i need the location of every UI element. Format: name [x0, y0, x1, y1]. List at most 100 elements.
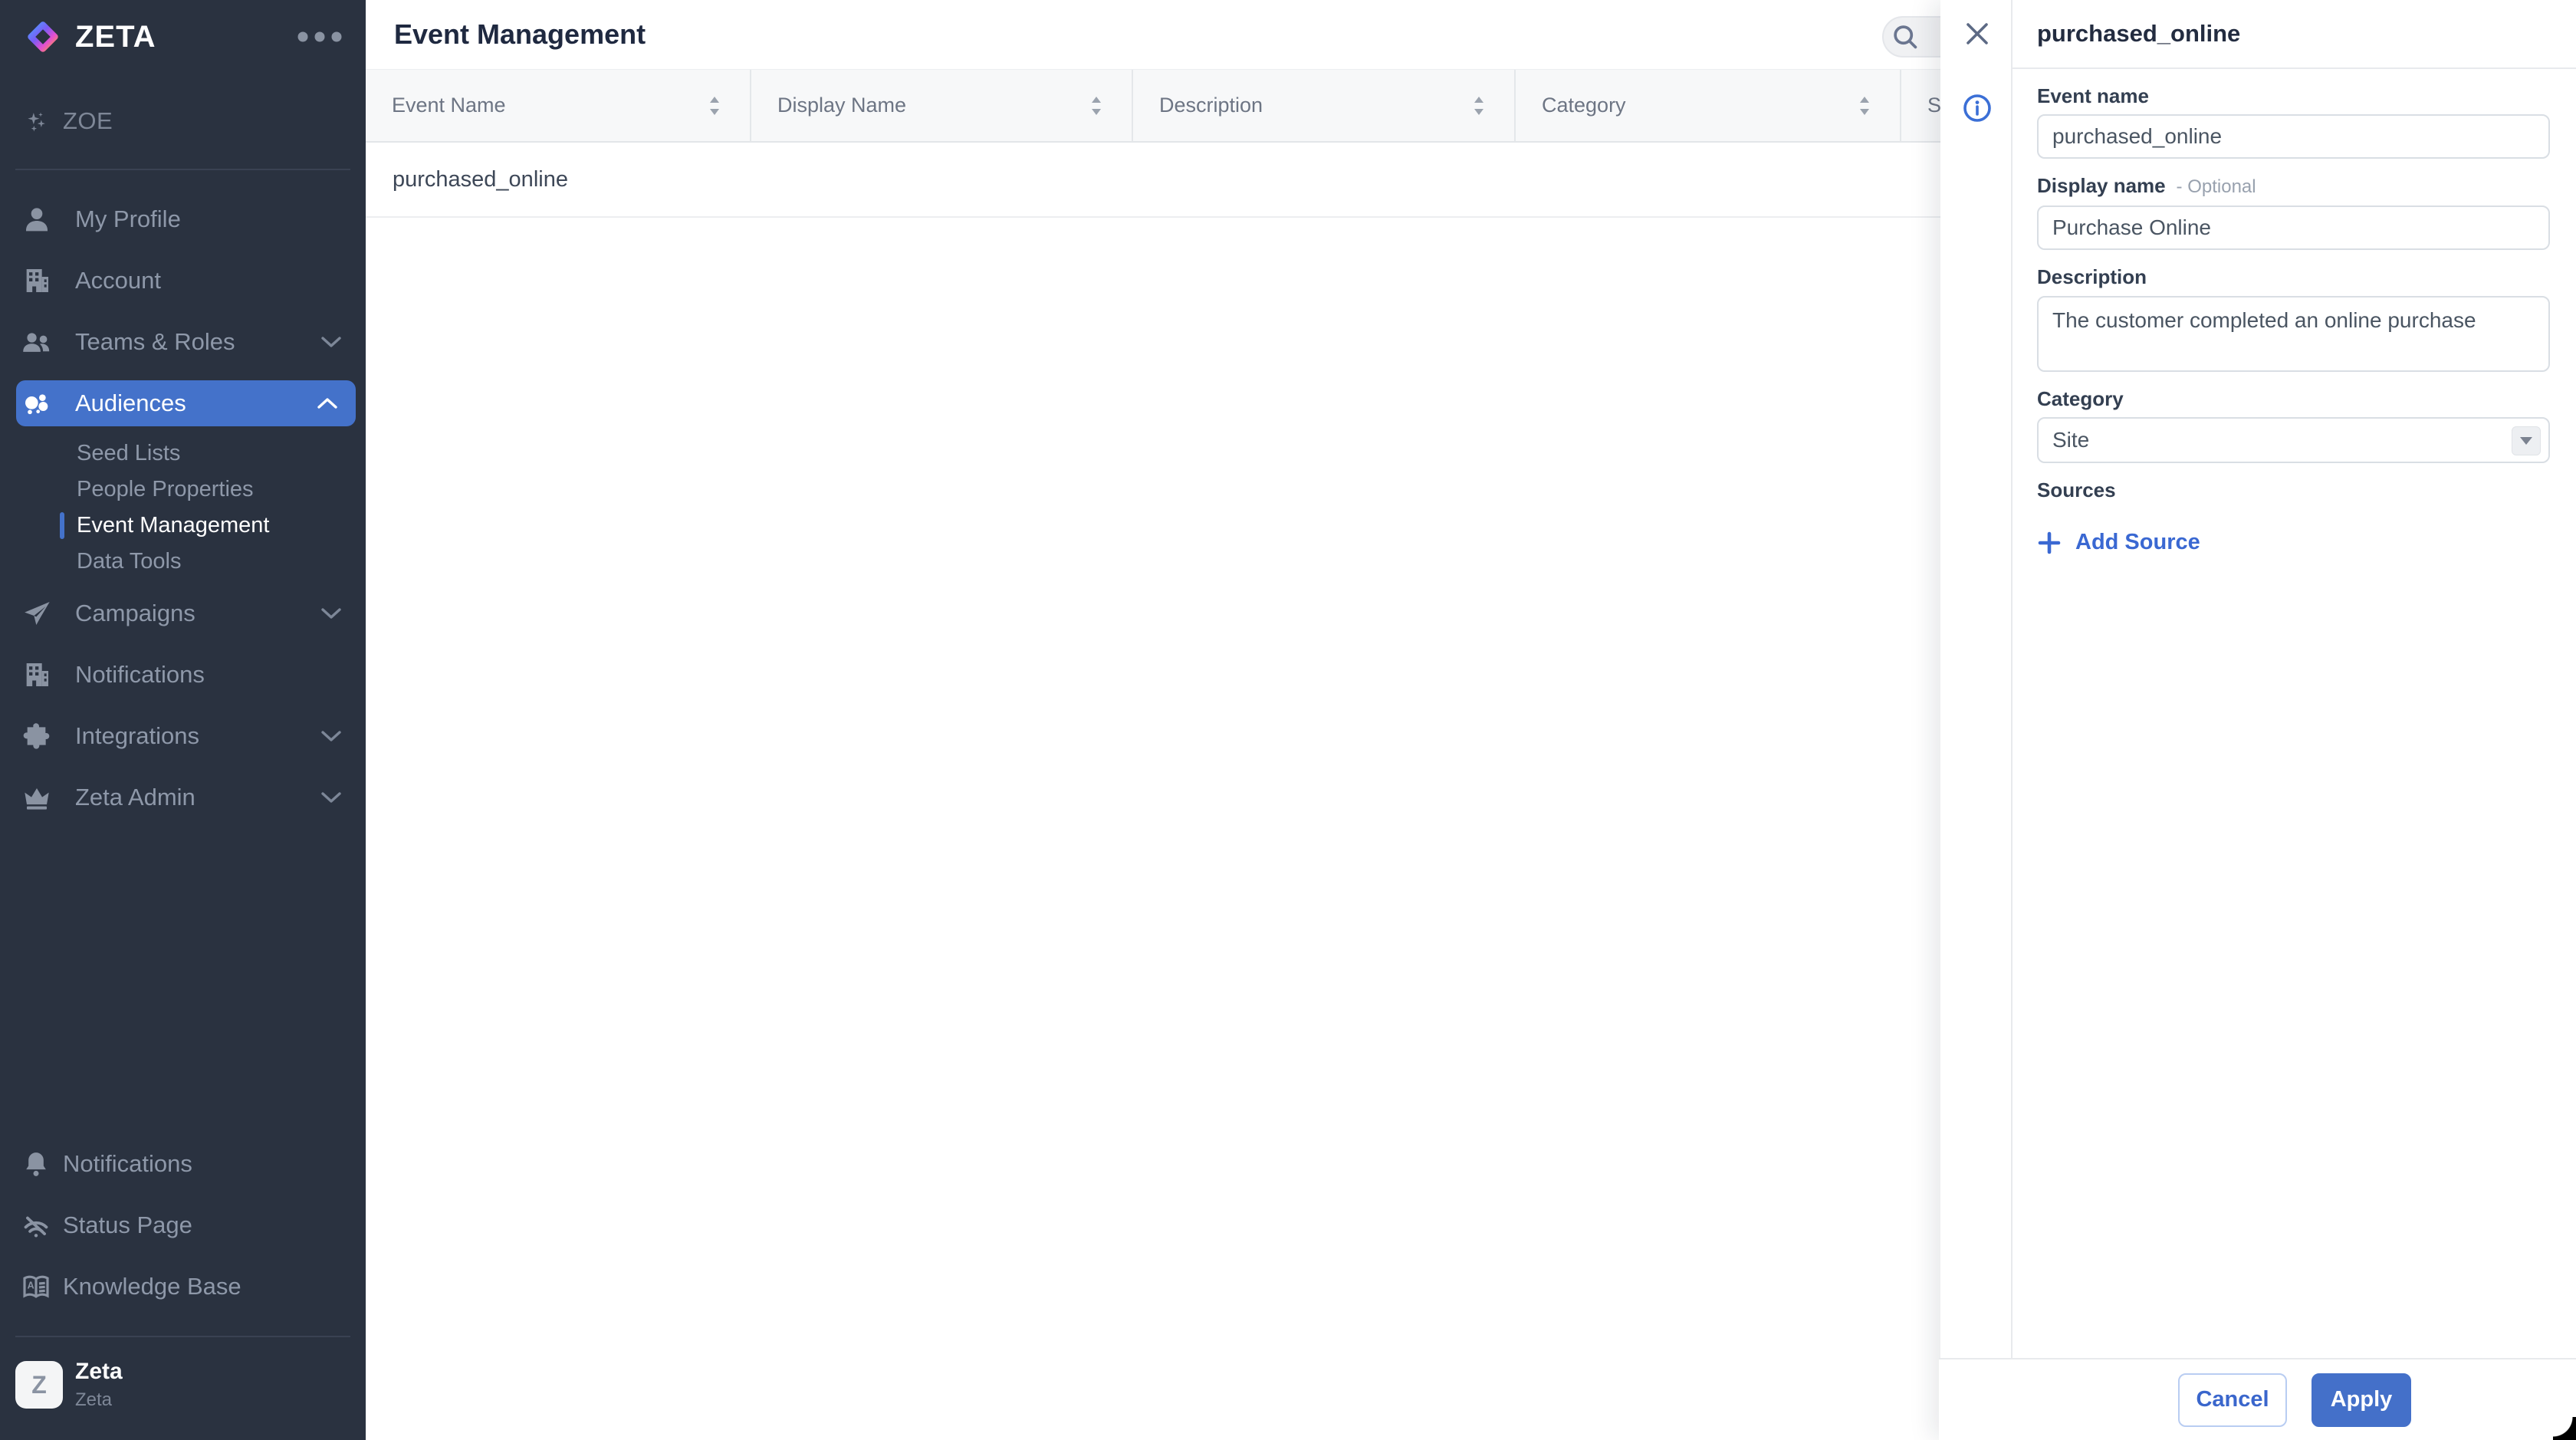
category-label: Category — [2037, 386, 2550, 411]
sidebar-item-zoe[interactable]: ZOE — [0, 89, 366, 153]
add-source-button[interactable]: Add Source — [2037, 530, 2550, 555]
event-detail-drawer: purchased_online Event name purchased_on… — [1940, 0, 2576, 1440]
sidebar-item-label: Integrations — [75, 722, 199, 750]
category-select[interactable]: Site — [2037, 417, 2550, 463]
logo-row: ZETA — [0, 0, 366, 74]
sidebar-item-people-properties[interactable]: People Properties — [0, 472, 366, 508]
sidebar-item-label: Data Tools — [77, 549, 182, 574]
cancel-button[interactable]: Cancel — [2178, 1373, 2287, 1427]
chevron-up-icon — [316, 396, 339, 410]
status-signal-icon — [19, 1210, 53, 1241]
column-header-display-name[interactable]: Display Name — [751, 70, 1133, 141]
chevron-down-icon — [320, 791, 343, 804]
sidebar-item-label: Zeta Admin — [75, 784, 196, 811]
sidebar-item-event-management[interactable]: Event Management — [0, 508, 366, 544]
chevron-down-icon — [320, 729, 343, 743]
sidebar-item-label: Status Page — [63, 1212, 192, 1239]
event-name-input[interactable]: purchased_online — [2037, 114, 2550, 159]
sidebar-item-campaigns[interactable]: Campaigns — [0, 583, 366, 644]
sidebar-item-teams-roles[interactable]: Teams & Roles — [0, 311, 366, 373]
sidebar-item-label: Notifications — [63, 1150, 192, 1178]
sidebar-item-data-tools[interactable]: Data Tools — [0, 544, 366, 580]
add-source-label: Add Source — [2075, 530, 2200, 555]
sidebar-divider — [15, 169, 350, 170]
chevron-down-icon — [320, 607, 343, 620]
people-icon — [20, 327, 54, 357]
sparkles-icon — [20, 106, 54, 136]
sort-icon[interactable] — [1090, 95, 1102, 117]
sidebar-item-label: Teams & Roles — [75, 328, 235, 356]
sidebar-item-label: Knowledge Base — [63, 1273, 242, 1300]
close-icon[interactable] — [1963, 20, 1991, 48]
zeta-logo-icon — [26, 20, 60, 54]
event-name-cell: purchased_online — [393, 167, 568, 192]
event-name-label: Event name — [2037, 84, 2550, 108]
user-account-row[interactable]: Z Zeta Zeta — [15, 1359, 350, 1411]
sidebar-item-audiences[interactable]: Audiences — [16, 380, 356, 426]
sources-label: Sources — [2037, 478, 2550, 502]
optional-hint: - Optional — [2171, 176, 2256, 197]
sidebar-nav: My Profile Account Teams & Roles — [0, 189, 366, 828]
sidebar-item-label: Account — [75, 267, 161, 294]
crown-icon — [20, 782, 54, 813]
audience-bubbles-icon — [20, 388, 54, 419]
sidebar-item-my-profile[interactable]: My Profile — [0, 189, 366, 250]
info-icon[interactable] — [1961, 92, 1993, 124]
user-meta: Zeta Zeta — [75, 1359, 123, 1411]
dropdown-caret-icon[interactable] — [2512, 426, 2541, 455]
sidebar-item-seed-lists[interactable]: Seed Lists — [0, 436, 366, 472]
column-header-event-name[interactable]: Event Name — [366, 70, 751, 141]
person-icon — [20, 204, 54, 235]
sidebar-item-account[interactable]: Account — [0, 250, 366, 311]
sort-icon[interactable] — [708, 95, 721, 117]
display-name-input[interactable]: Purchase Online — [2037, 205, 2550, 250]
user-name: Zeta — [75, 1359, 123, 1385]
page-title: Event Management — [394, 0, 646, 69]
description-textarea[interactable]: The customer completed an online purchas… — [2037, 296, 2550, 372]
sidebar-item-label: People Properties — [77, 477, 254, 502]
sidebar-item-knowledge-base[interactable]: A Knowledge Base — [0, 1256, 366, 1317]
sort-icon[interactable] — [1858, 95, 1871, 117]
drawer-header: purchased_online — [2013, 0, 2576, 69]
audiences-sub-list: Seed Lists People Properties Event Manag… — [0, 436, 366, 580]
search-icon — [1890, 21, 1921, 52]
sidebar-footer: Notifications Status Page A Knowledg — [0, 1133, 366, 1440]
sort-icon[interactable] — [1473, 95, 1485, 117]
chevron-down-icon — [320, 335, 343, 349]
window-corner-artifact — [2553, 1417, 2576, 1440]
puzzle-icon — [20, 721, 54, 751]
column-header-description[interactable]: Description — [1133, 70, 1516, 141]
drawer-footer: Cancel Apply — [1939, 1358, 2576, 1440]
column-label: Display Name — [777, 94, 906, 117]
building-icon — [20, 659, 54, 690]
description-label: Description — [2037, 265, 2550, 289]
drawer-icon-strip — [1940, 0, 2013, 1440]
sidebar-item-label: Notifications — [75, 661, 205, 689]
ellipsis-menu-icon[interactable] — [294, 21, 344, 52]
building-icon — [20, 265, 54, 296]
drawer-title: purchased_online — [2037, 20, 2240, 48]
display-name-label: Display name - Optional — [2037, 173, 2550, 199]
column-label: Event Name — [392, 94, 506, 117]
sidebar-item-label: Campaigns — [75, 600, 196, 627]
sidebar-item-notifications-nav[interactable]: Notifications — [0, 644, 366, 705]
sidebar-item-zeta-admin[interactable]: Zeta Admin — [0, 767, 366, 828]
category-value: Site — [2052, 428, 2089, 452]
app-window: ZETA ZOE My Profile — [0, 0, 2576, 1440]
sidebar-item-label: My Profile — [75, 205, 181, 233]
display-name-label-text: Display name — [2037, 174, 2166, 197]
column-header-category[interactable]: Category — [1516, 70, 1901, 141]
svg-text:A: A — [28, 1281, 34, 1291]
apply-button[interactable]: Apply — [2312, 1373, 2411, 1427]
sidebar-item-label: ZOE — [63, 107, 113, 135]
sidebar-item-integrations[interactable]: Integrations — [0, 705, 366, 767]
sidebar-item-notifications[interactable]: Notifications — [0, 1133, 366, 1195]
sidebar-item-status-page[interactable]: Status Page — [0, 1195, 366, 1256]
sidebar-item-label: Seed Lists — [77, 441, 180, 466]
sidebar: ZETA ZOE My Profile — [0, 0, 366, 1440]
sidebar-divider — [15, 1336, 350, 1337]
paper-plane-icon — [20, 598, 54, 629]
book-icon: A — [19, 1271, 53, 1302]
drawer-content: purchased_online Event name purchased_on… — [2013, 0, 2576, 1440]
drawer-form: Event name purchased_online Display name… — [2013, 84, 2576, 555]
